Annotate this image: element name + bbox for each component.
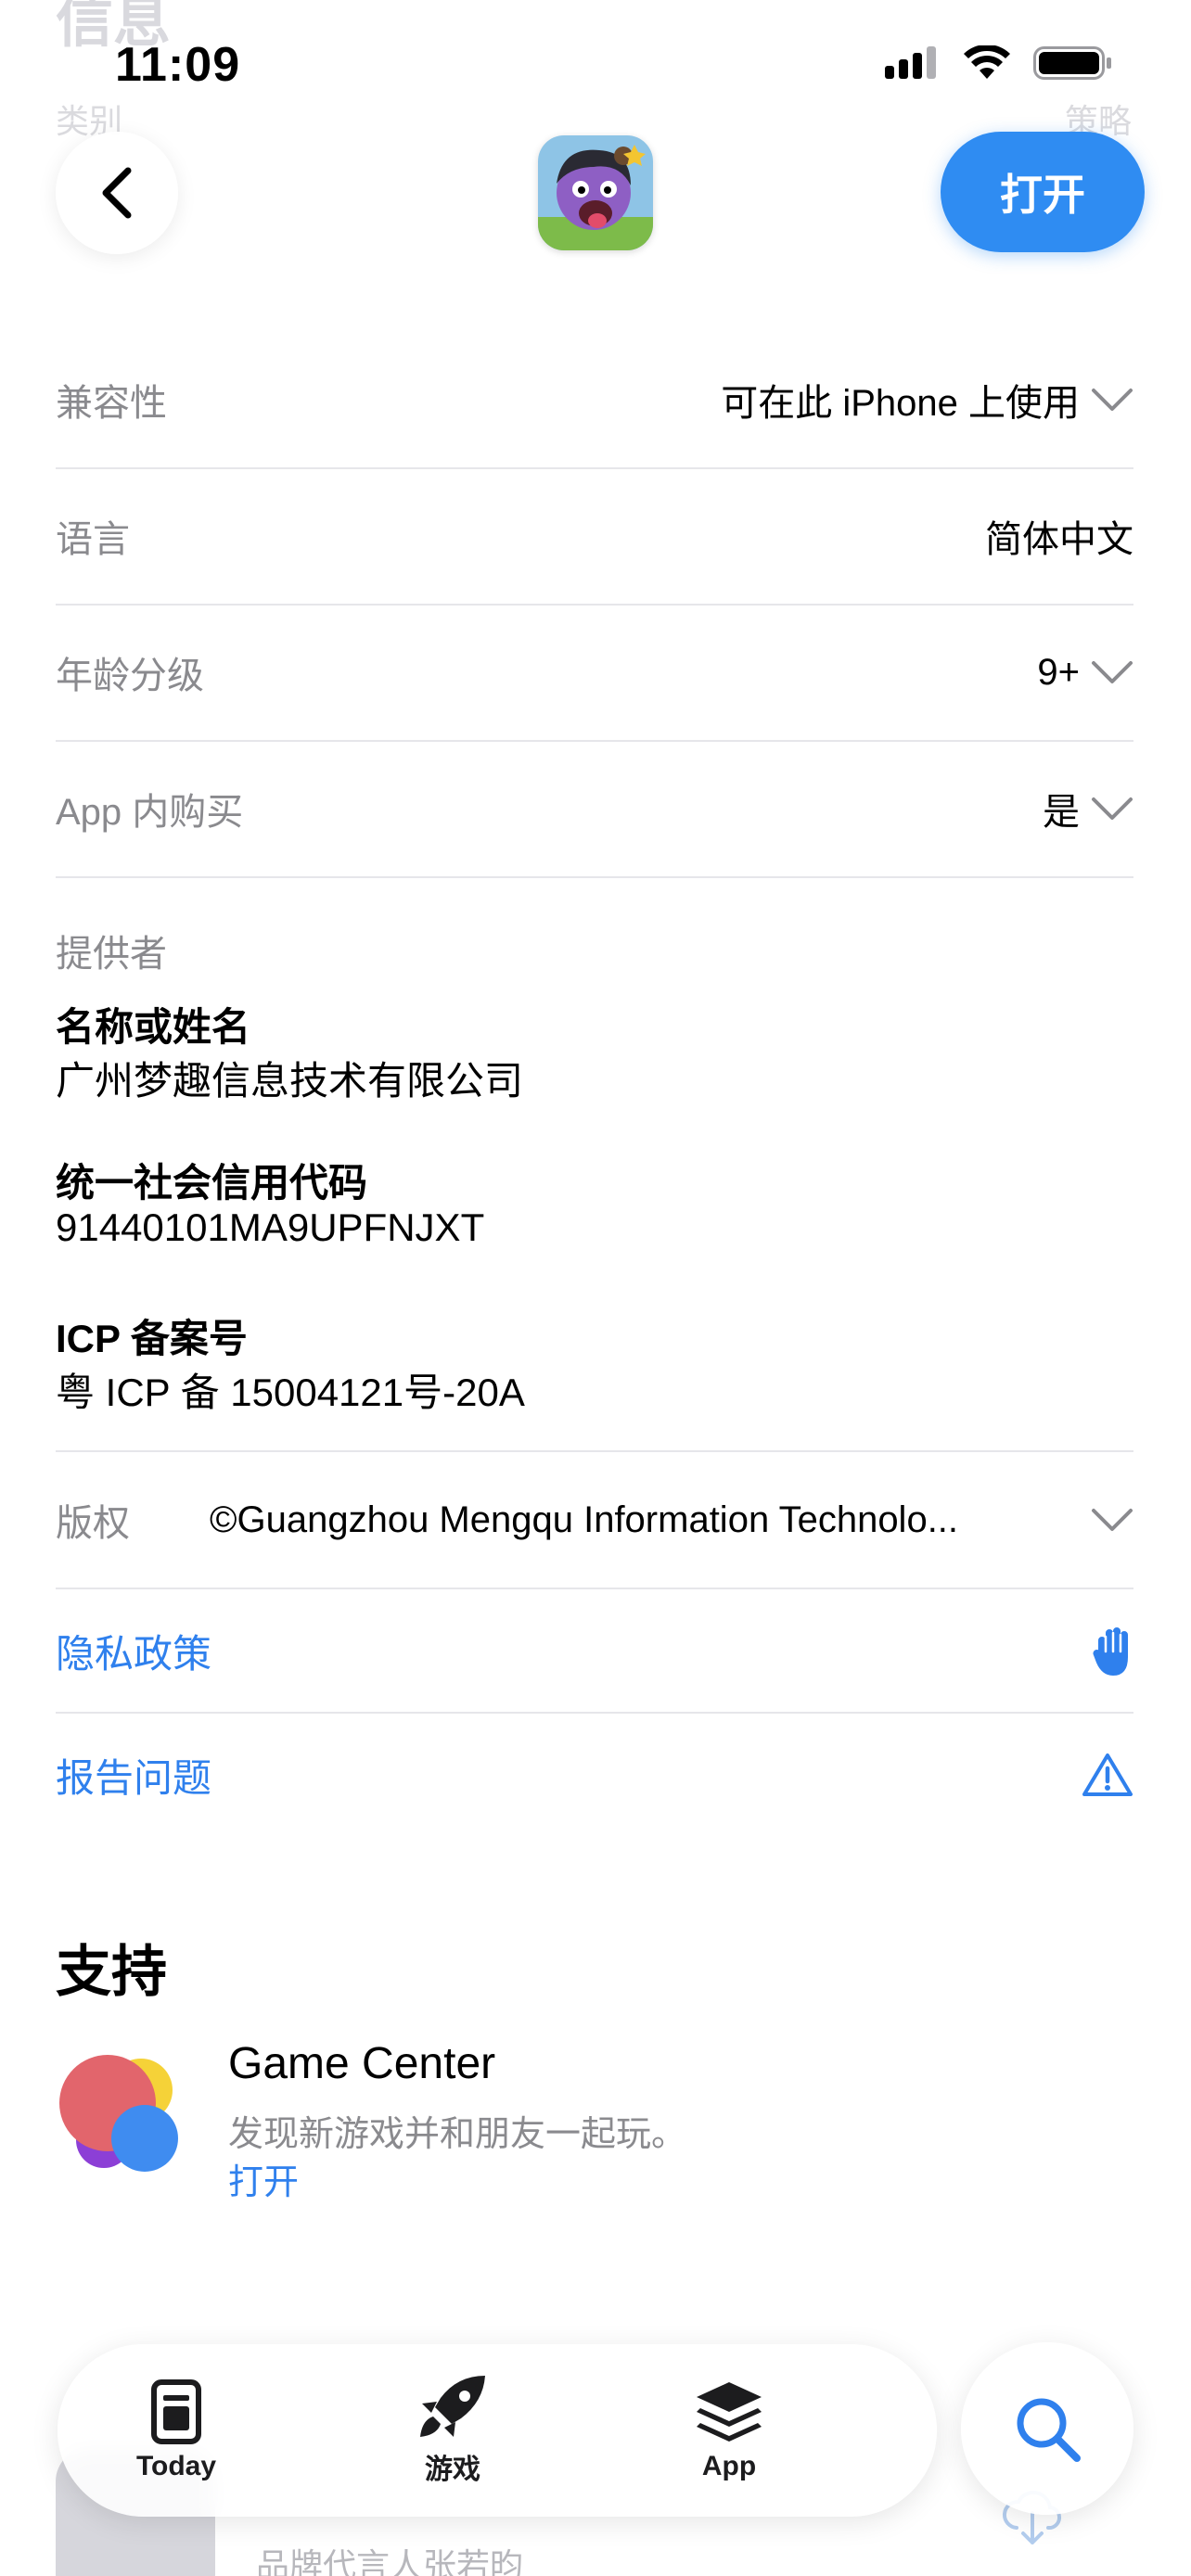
cellular-signal-icon bbox=[885, 46, 936, 79]
in-app-purchase-value: 是 bbox=[1043, 792, 1080, 833]
chevron-down-icon[interactable] bbox=[1091, 1506, 1133, 1534]
support-heading: 支持 bbox=[56, 1941, 167, 2003]
provider-label: 提供者 bbox=[56, 934, 167, 975]
tab-games-label: 游戏 bbox=[425, 2455, 480, 2485]
provider-name-value: 广州梦趣信息技术有限公司 bbox=[56, 1059, 524, 1103]
game-center-open-link[interactable]: 打开 bbox=[228, 2153, 299, 2204]
copyright-value: ©Guangzhou Mengqu Information Technolo..… bbox=[210, 1498, 959, 1540]
search-icon bbox=[1017, 2398, 1081, 2462]
credit-code-value: 91440101MA9UPFNJXT bbox=[56, 1205, 485, 1249]
app-stack-icon bbox=[697, 2382, 762, 2442]
chevron-down-icon[interactable] bbox=[1091, 386, 1133, 414]
chevron-down-icon[interactable] bbox=[1091, 658, 1133, 686]
rocket-icon bbox=[420, 2376, 485, 2437]
status-bar: 11:09 bbox=[0, 0, 1191, 130]
game-center-title: Game Center bbox=[228, 2039, 496, 2088]
game-center-icon[interactable] bbox=[56, 2051, 182, 2177]
compatibility-value: 可在此 iPhone 上使用 bbox=[721, 383, 1080, 424]
chevron-left-icon bbox=[102, 167, 132, 219]
copyright-label: 版权 bbox=[56, 1503, 130, 1544]
language-label: 语言 bbox=[56, 519, 130, 560]
open-app-button[interactable]: 打开 bbox=[941, 132, 1145, 252]
privacy-policy-label: 隐私政策 bbox=[56, 1631, 212, 1676]
status-time: 11:09 bbox=[115, 38, 241, 92]
provider-section: 提供者 名称或姓名 广州梦趣信息技术有限公司 统一社会信用代码 91440101… bbox=[56, 875, 1133, 1452]
age-rating-row[interactable]: 年龄分级 9+ bbox=[56, 605, 1133, 742]
copyright-row[interactable]: 版权 ©Guangzhou Mengqu Information Technol… bbox=[56, 1452, 1133, 1589]
report-problem-label: 报告问题 bbox=[56, 1755, 212, 1800]
icp-label: ICP 备案号 bbox=[56, 1317, 248, 1360]
privacy-policy-link[interactable]: 隐私政策 bbox=[56, 1589, 1133, 1714]
status-icons bbox=[885, 45, 1113, 82]
language-row: 语言 简体中文 bbox=[56, 468, 1133, 606]
tab-bar: Today 游戏 App bbox=[58, 2344, 937, 2517]
in-app-purchase-label: App 内购买 bbox=[56, 792, 244, 833]
compatibility-row[interactable]: 兼容性 可在此 iPhone 上使用 bbox=[56, 332, 1133, 469]
back-button[interactable] bbox=[56, 132, 178, 254]
search-button[interactable] bbox=[961, 2342, 1133, 2515]
icp-value: 粤 ICP 备 15004121号-20A bbox=[56, 1371, 525, 1414]
provider-name-label: 名称或姓名 bbox=[56, 1005, 251, 1049]
app-icon bbox=[538, 135, 653, 250]
app-store-detail-screen: 信息 类别 策略 11:09 打开 兼容性 可在此 iPhone 上使用 语言 … bbox=[0, 0, 1191, 2576]
age-rating-label: 年龄分级 bbox=[56, 656, 204, 696]
tab-apps-label: App bbox=[701, 2451, 757, 2481]
battery-icon bbox=[1033, 46, 1111, 80]
today-icon bbox=[151, 2379, 201, 2444]
tab-games[interactable]: 游戏 bbox=[351, 2344, 555, 2517]
tab-today[interactable]: Today bbox=[74, 2344, 278, 2517]
game-center-description: 发现新游戏并和朋友一起玩。 bbox=[228, 2115, 687, 2154]
hand-raised-icon bbox=[1093, 1627, 1128, 1676]
more-app-subtitle: 品牌代言人张若昀 bbox=[256, 2546, 524, 2576]
tab-today-label: Today bbox=[135, 2451, 217, 2481]
chevron-down-icon[interactable] bbox=[1091, 795, 1133, 823]
report-problem-link[interactable]: 报告问题 bbox=[56, 1714, 1133, 1836]
compatibility-label: 兼容性 bbox=[56, 383, 167, 424]
tab-apps[interactable]: App bbox=[627, 2344, 831, 2517]
age-rating-value: 9+ bbox=[1037, 651, 1080, 693]
credit-code-label: 统一社会信用代码 bbox=[56, 1161, 368, 1205]
warning-triangle-icon bbox=[1082, 1753, 1133, 1796]
wifi-icon bbox=[964, 45, 1010, 79]
in-app-purchase-row[interactable]: App 内购买 是 bbox=[56, 741, 1133, 878]
language-value: 简体中文 bbox=[985, 519, 1133, 560]
